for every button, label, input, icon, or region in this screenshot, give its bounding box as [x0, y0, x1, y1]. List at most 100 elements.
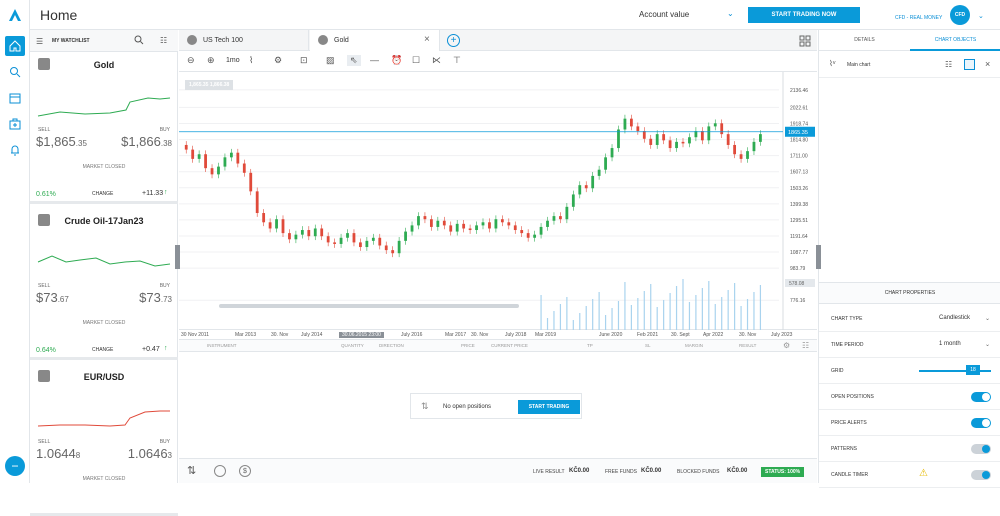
candle[interactable]: [384, 245, 388, 251]
candle[interactable]: [249, 172, 253, 192]
candle[interactable]: [649, 138, 653, 145]
chart-scrollbar[interactable]: [219, 304, 519, 308]
candle[interactable]: [481, 222, 485, 226]
candle[interactable]: [746, 151, 749, 159]
sell-price-button[interactable]: $1,865.35: [36, 134, 87, 149]
buy-price-button[interactable]: $73.73: [139, 290, 172, 305]
chevron-down-icon[interactable]: ⌄: [985, 341, 990, 348]
column-header[interactable]: INSTRUMENT: [207, 343, 237, 348]
candle[interactable]: [591, 175, 595, 189]
list-icon[interactable]: ☷: [802, 341, 809, 350]
candle[interactable]: [371, 237, 375, 241]
candle[interactable]: [533, 234, 537, 238]
candle[interactable]: [584, 185, 588, 189]
candle[interactable]: [681, 141, 685, 144]
column-header[interactable]: PRICE: [461, 343, 475, 348]
candle[interactable]: [642, 131, 646, 139]
candle[interactable]: [668, 140, 672, 149]
candle[interactable]: [423, 216, 427, 220]
grid-slider-handle[interactable]: 18: [966, 365, 980, 375]
property-select[interactable]: Candlestick: [939, 315, 970, 321]
candle[interactable]: [217, 166, 220, 175]
candle[interactable]: [739, 154, 743, 159]
candle[interactable]: [391, 250, 395, 254]
candle[interactable]: [410, 225, 414, 232]
candle[interactable]: [494, 219, 498, 229]
layout-grid-icon[interactable]: [799, 35, 811, 49]
search-icon[interactable]: [134, 35, 144, 47]
chart-type-icon[interactable]: ▨: [326, 55, 335, 66]
candle[interactable]: [404, 231, 407, 241]
candle[interactable]: [255, 191, 259, 214]
candle[interactable]: [552, 216, 556, 221]
candle[interactable]: [313, 228, 317, 237]
candle[interactable]: [210, 168, 214, 175]
candle[interactable]: [565, 206, 569, 220]
candle[interactable]: [359, 242, 362, 248]
candle[interactable]: [333, 242, 337, 244]
property-toggle[interactable]: [971, 418, 991, 428]
candle[interactable]: [300, 230, 304, 235]
column-header[interactable]: MARGIN: [685, 343, 703, 348]
candle[interactable]: [500, 219, 504, 223]
gear-icon[interactable]: ⚙: [783, 341, 790, 350]
candle[interactable]: [365, 240, 369, 248]
candle[interactable]: [417, 216, 420, 226]
candle[interactable]: [559, 216, 562, 220]
candle[interactable]: [268, 222, 272, 229]
list-settings-icon[interactable]: ☷: [160, 36, 167, 45]
cursor-icon[interactable]: ⇖: [347, 55, 361, 66]
start-trading-now-button[interactable]: START TRADING NOW: [748, 7, 860, 23]
candle[interactable]: [449, 225, 453, 232]
home-icon[interactable]: [5, 36, 25, 56]
template-icon[interactable]: ⊡: [300, 55, 308, 66]
candle[interactable]: [339, 237, 343, 244]
candle[interactable]: [526, 233, 530, 238]
candle[interactable]: [436, 220, 440, 227]
candle[interactable]: [281, 219, 285, 234]
candle[interactable]: [488, 222, 491, 229]
close-icon[interactable]: ×: [985, 59, 990, 69]
column-header[interactable]: RESULT: [739, 343, 756, 348]
column-header[interactable]: QUANTITY: [341, 343, 364, 348]
candle[interactable]: [378, 237, 382, 246]
column-header[interactable]: CURRENT PRICE: [491, 343, 528, 348]
candle[interactable]: [610, 148, 614, 158]
property-toggle[interactable]: [971, 444, 991, 454]
candle[interactable]: [262, 213, 266, 223]
watchlist-item[interactable]: EUR/USD SELL BUY 1.06448 1.06463 MARKET …: [30, 364, 178, 516]
candle[interactable]: [733, 144, 737, 155]
logo-icon[interactable]: [5, 5, 25, 25]
tab-us-tech-100[interactable]: US Tech 100: [179, 30, 309, 51]
candle[interactable]: [397, 240, 401, 254]
candle[interactable]: [191, 149, 195, 159]
candle[interactable]: [617, 129, 620, 149]
briefcase-icon[interactable]: [5, 114, 25, 134]
watchlist-item[interactable]: Gold SELL BUY $1,865.35 $1,866.38 MARKET…: [30, 52, 178, 204]
candle[interactable]: [288, 233, 291, 240]
sell-price-button[interactable]: $73.67: [36, 290, 69, 305]
grid-slider-track[interactable]: [919, 370, 991, 372]
avatar[interactable]: CFD: [950, 5, 970, 25]
close-icon[interactable]: ×: [424, 34, 430, 45]
buy-price-button[interactable]: 1.06463: [128, 446, 172, 461]
candle[interactable]: [546, 220, 549, 227]
candle[interactable]: [539, 226, 543, 235]
column-header[interactable]: SL: [645, 343, 651, 348]
candle[interactable]: [707, 126, 711, 141]
line-tool-icon[interactable]: —: [370, 55, 379, 65]
zoom-out-icon[interactable]: ⊖: [187, 55, 195, 66]
candle[interactable]: [713, 123, 717, 127]
candle[interactable]: [662, 134, 666, 141]
add-tab-icon[interactable]: +: [447, 34, 460, 47]
zoom-in-icon[interactable]: ⊕: [207, 55, 215, 66]
candle[interactable]: [352, 233, 356, 243]
candle[interactable]: [475, 225, 478, 231]
chevron-down-icon[interactable]: ⌄: [985, 315, 990, 322]
sort-icon[interactable]: ⇅: [187, 464, 196, 477]
sell-price-button[interactable]: 1.06448: [36, 446, 80, 461]
candle[interactable]: [307, 230, 311, 237]
candle[interactable]: [752, 141, 756, 152]
gear-icon[interactable]: ⚙: [274, 55, 282, 66]
fib-tool-icon[interactable]: ⋉: [432, 55, 441, 66]
